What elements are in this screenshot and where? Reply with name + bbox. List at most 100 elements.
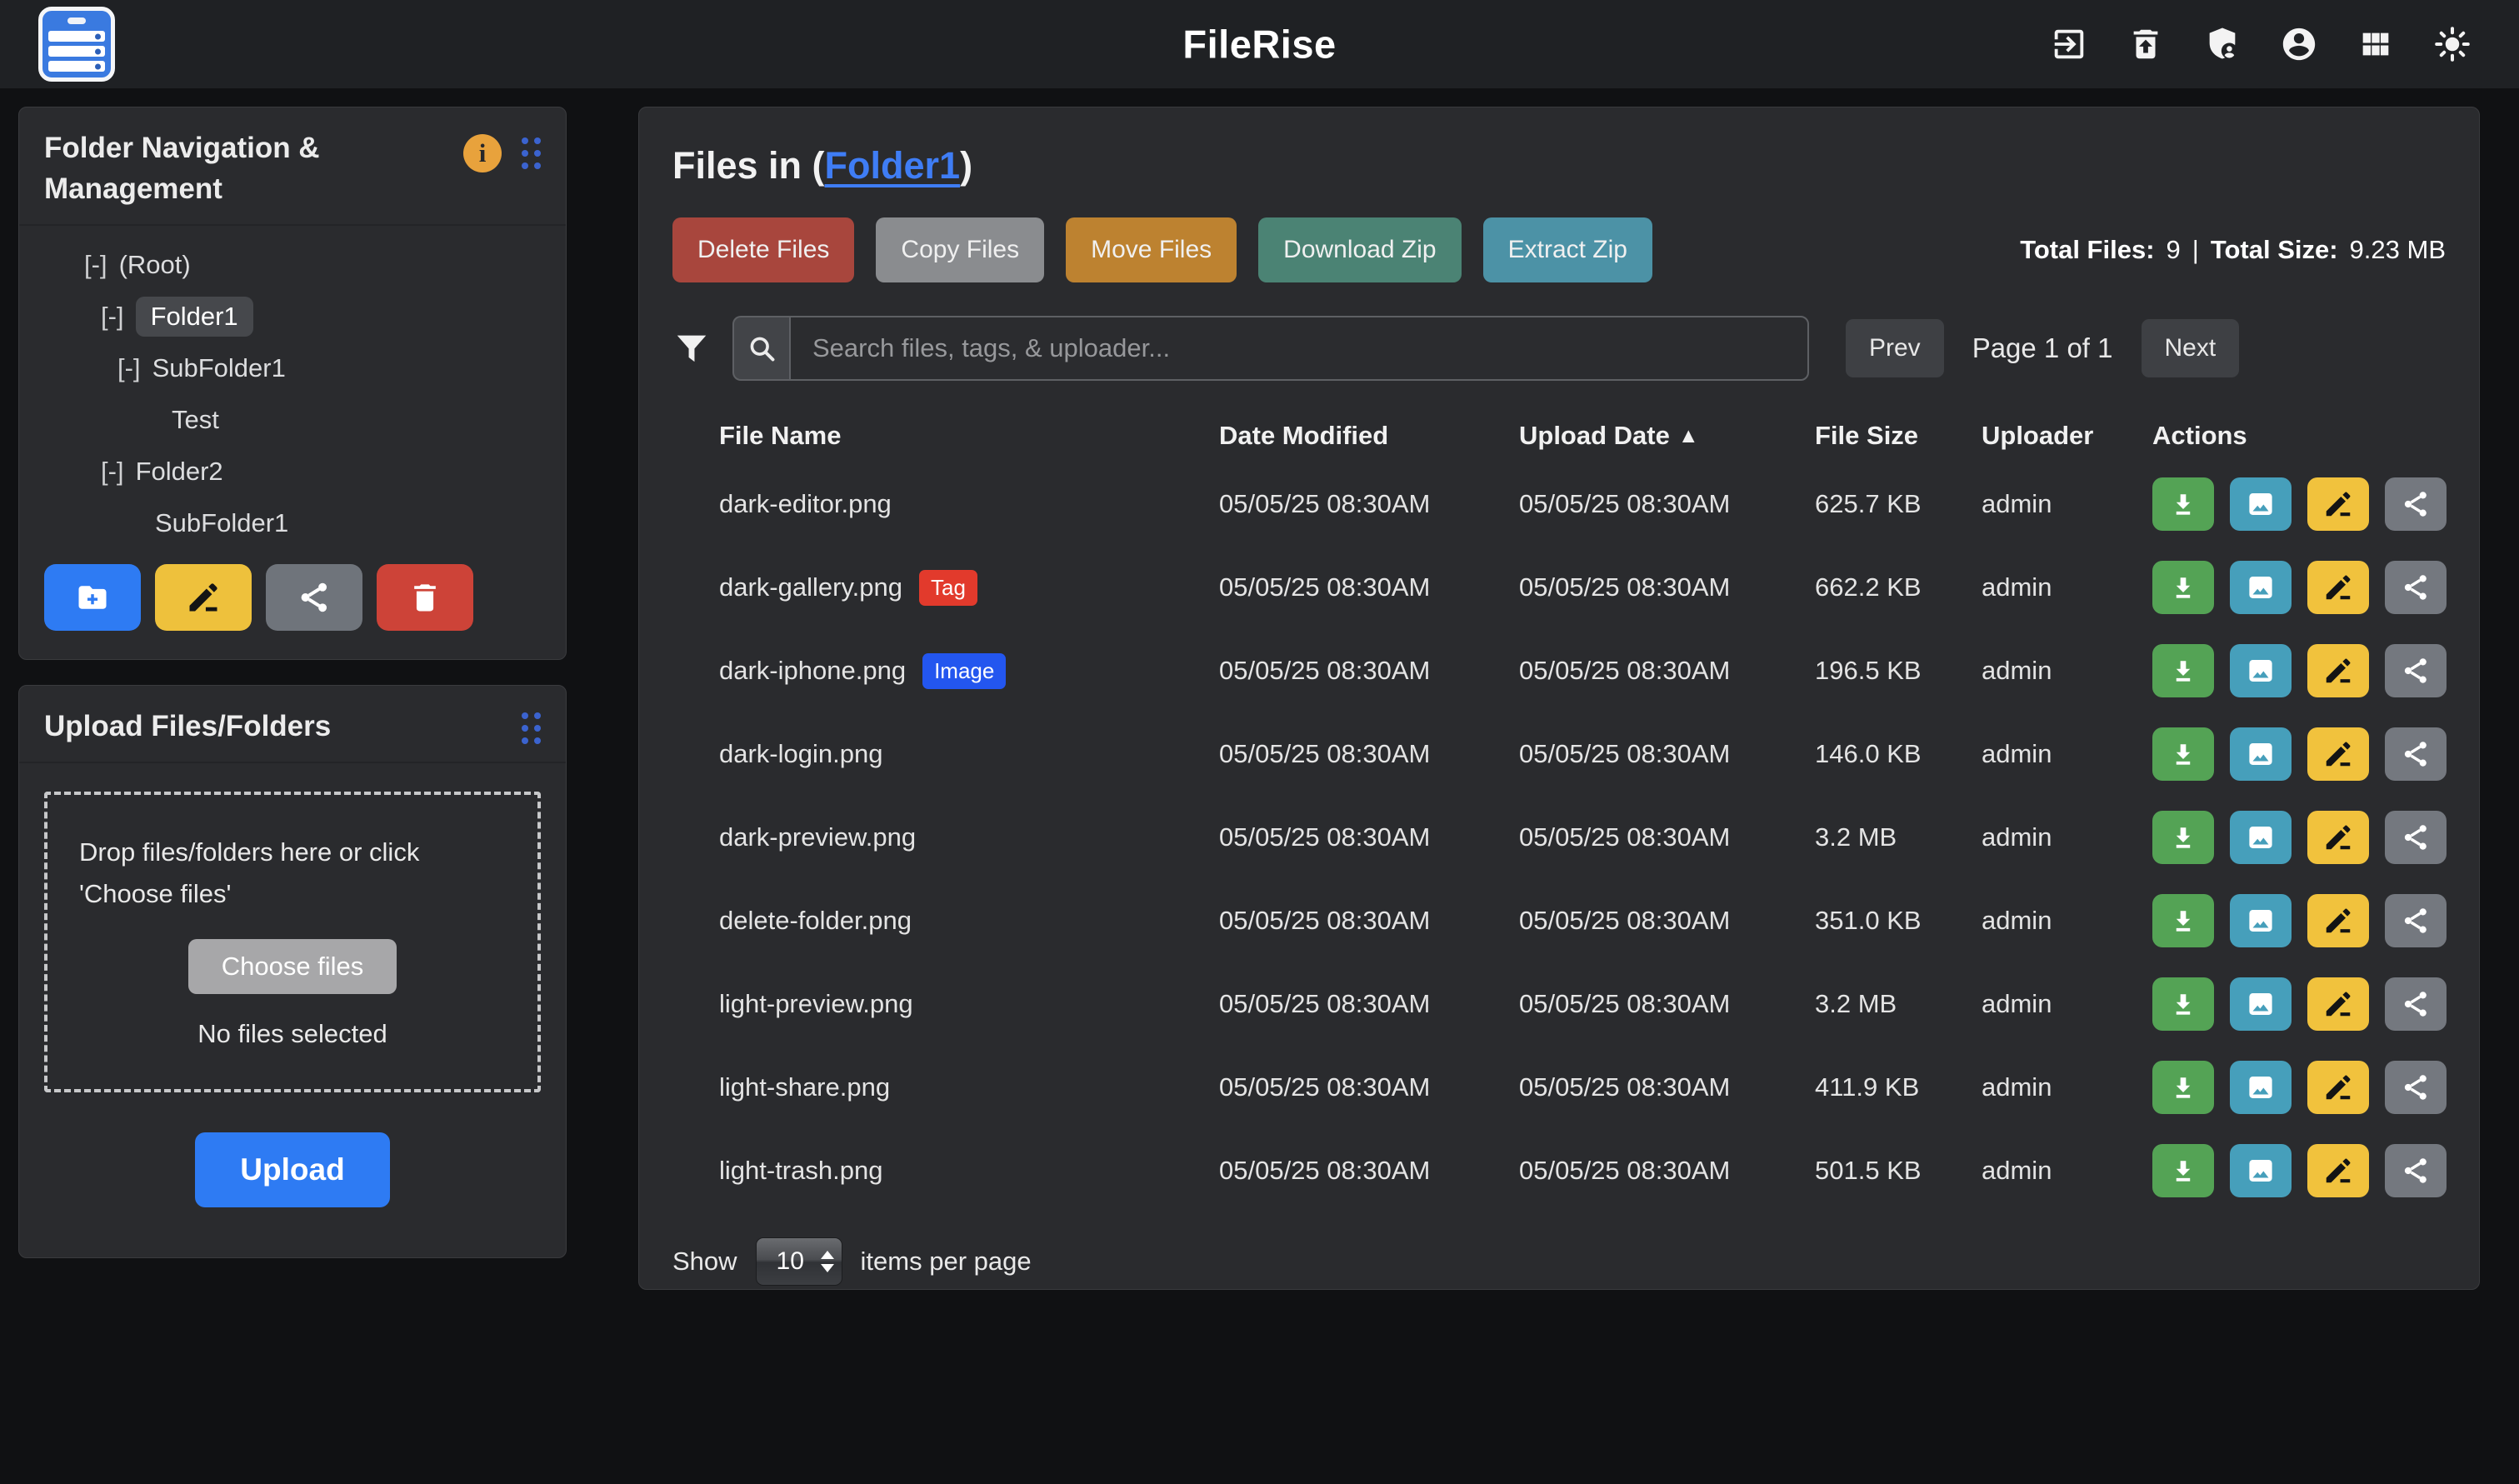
tree-toggle[interactable]: [-] <box>117 353 141 383</box>
tree-label[interactable]: SubFolder1 <box>155 508 288 538</box>
file-name[interactable]: delete-folder.png <box>719 906 912 936</box>
tree-toggle[interactable]: [-] <box>101 302 124 332</box>
file-name[interactable]: dark-iphone.png <box>719 656 906 686</box>
download-file-button[interactable] <box>2152 1144 2214 1197</box>
info-icon[interactable] <box>463 134 502 172</box>
app-logo[interactable] <box>38 7 115 82</box>
download-file-button[interactable] <box>2152 811 2214 864</box>
items-per-page-select[interactable]: 10 <box>756 1237 842 1286</box>
preview-image-button[interactable] <box>2230 477 2292 531</box>
share-file-button[interactable] <box>2385 894 2447 947</box>
download-icon <box>2167 1072 2199 1103</box>
light-mode-icon[interactable] <box>2432 24 2472 64</box>
edit-file-button[interactable] <box>2307 977 2369 1031</box>
restore-trash-icon[interactable] <box>2126 24 2166 64</box>
file-name[interactable]: dark-editor.png <box>719 489 892 519</box>
choose-files-button[interactable]: Choose files <box>188 939 397 994</box>
share-file-button[interactable] <box>2385 1061 2447 1114</box>
create-folder-button[interactable] <box>44 564 141 631</box>
preview-image-button[interactable] <box>2230 1061 2292 1114</box>
upload-button[interactable]: Upload <box>195 1132 389 1207</box>
drag-handle-icon[interactable] <box>522 712 541 744</box>
edit-file-button[interactable] <box>2307 1144 2369 1197</box>
edit-file-button[interactable] <box>2307 644 2369 697</box>
preview-image-button[interactable] <box>2230 644 2292 697</box>
file-name[interactable]: dark-login.png <box>719 739 882 769</box>
preview-image-button[interactable] <box>2230 561 2292 614</box>
download-file-button[interactable] <box>2152 1061 2214 1114</box>
file-name[interactable]: light-trash.png <box>719 1156 882 1186</box>
edit-file-button[interactable] <box>2307 894 2369 947</box>
edit-file-button[interactable] <box>2307 561 2369 614</box>
col-file-size[interactable]: File Size <box>1815 421 1982 451</box>
download-file-button[interactable] <box>2152 894 2214 947</box>
tree-item-subfolder1[interactable]: SubFolder1 <box>19 497 566 549</box>
tree-label[interactable]: (Root) <box>119 250 191 280</box>
share-file-button[interactable] <box>2385 811 2447 864</box>
dropzone[interactable]: Drop files/folders here or click 'Choose… <box>44 792 541 1092</box>
download-file-button[interactable] <box>2152 977 2214 1031</box>
heading-suffix: ) <box>960 144 972 187</box>
col-uploader[interactable]: Uploader <box>1982 421 2152 451</box>
tree-label[interactable]: Test <box>172 405 219 435</box>
delete-folder-button[interactable] <box>377 564 473 631</box>
download-file-button[interactable] <box>2152 561 2214 614</box>
tree-label[interactable]: Folder1 <box>136 297 253 337</box>
file-name[interactable]: light-share.png <box>719 1072 890 1102</box>
share-file-button[interactable] <box>2385 727 2447 781</box>
col-file-name[interactable]: File Name <box>719 421 1219 451</box>
tree-item-subfolder1[interactable]: [-] SubFolder1 <box>19 342 566 394</box>
tree-item-folder1[interactable]: [-] Folder1 <box>19 291 566 342</box>
rename-folder-button[interactable] <box>155 564 252 631</box>
tree-item-folder2[interactable]: [-] Folder2 <box>19 446 566 497</box>
drag-handle-icon[interactable] <box>522 137 541 169</box>
row-actions <box>2152 1144 2447 1197</box>
extract-zip-button[interactable]: Extract Zip <box>1483 217 1652 282</box>
share-file-button[interactable] <box>2385 1144 2447 1197</box>
download-zip-button[interactable]: Download Zip <box>1258 217 1461 282</box>
preview-image-button[interactable] <box>2230 811 2292 864</box>
download-file-button[interactable] <box>2152 644 2214 697</box>
tree-label[interactable]: Folder2 <box>136 457 223 487</box>
next-page-button[interactable]: Next <box>2142 319 2240 377</box>
share-folder-button[interactable] <box>266 564 362 631</box>
row-actions <box>2152 1061 2447 1114</box>
admin-settings-icon[interactable] <box>2202 24 2242 64</box>
edit-file-button[interactable] <box>2307 727 2369 781</box>
edit-file-button[interactable] <box>2307 811 2369 864</box>
share-file-button[interactable] <box>2385 977 2447 1031</box>
move-files-button[interactable]: Move Files <box>1066 217 1237 282</box>
logout-icon[interactable] <box>2049 24 2089 64</box>
prev-page-button[interactable]: Prev <box>1846 319 1944 377</box>
preview-image-button[interactable] <box>2230 727 2292 781</box>
tree-item-root[interactable]: [-] (Root) <box>19 239 566 291</box>
edit-file-button[interactable] <box>2307 477 2369 531</box>
account-icon[interactable] <box>2279 24 2319 64</box>
col-date-modified[interactable]: Date Modified <box>1219 421 1519 451</box>
preview-image-button[interactable] <box>2230 977 2292 1031</box>
edit-file-button[interactable] <box>2307 1061 2369 1114</box>
delete-files-button[interactable]: Delete Files <box>672 217 854 282</box>
share-file-button[interactable] <box>2385 477 2447 531</box>
search-input[interactable] <box>789 316 1809 381</box>
col-upload-date[interactable]: Upload Date ▲ <box>1519 421 1815 451</box>
share-file-button[interactable] <box>2385 644 2447 697</box>
tree-toggle[interactable]: [-] <box>101 457 124 487</box>
current-folder-link[interactable]: Folder1 <box>825 144 961 187</box>
file-name[interactable]: light-preview.png <box>719 989 913 1019</box>
grid-view-icon[interactable] <box>2356 24 2396 64</box>
file-name[interactable]: dark-preview.png <box>719 822 916 852</box>
share-file-button[interactable] <box>2385 561 2447 614</box>
tree-item-test[interactable]: Test <box>19 394 566 446</box>
search-icon[interactable] <box>732 316 789 381</box>
preview-image-button[interactable] <box>2230 894 2292 947</box>
image-icon <box>2245 572 2277 603</box>
file-name[interactable]: dark-gallery.png <box>719 572 902 602</box>
copy-files-button[interactable]: Copy Files <box>876 217 1044 282</box>
preview-image-button[interactable] <box>2230 1144 2292 1197</box>
filter-icon[interactable] <box>672 329 711 367</box>
tree-label[interactable]: SubFolder1 <box>152 353 286 383</box>
download-file-button[interactable] <box>2152 727 2214 781</box>
tree-toggle[interactable]: [-] <box>84 250 107 280</box>
download-file-button[interactable] <box>2152 477 2214 531</box>
